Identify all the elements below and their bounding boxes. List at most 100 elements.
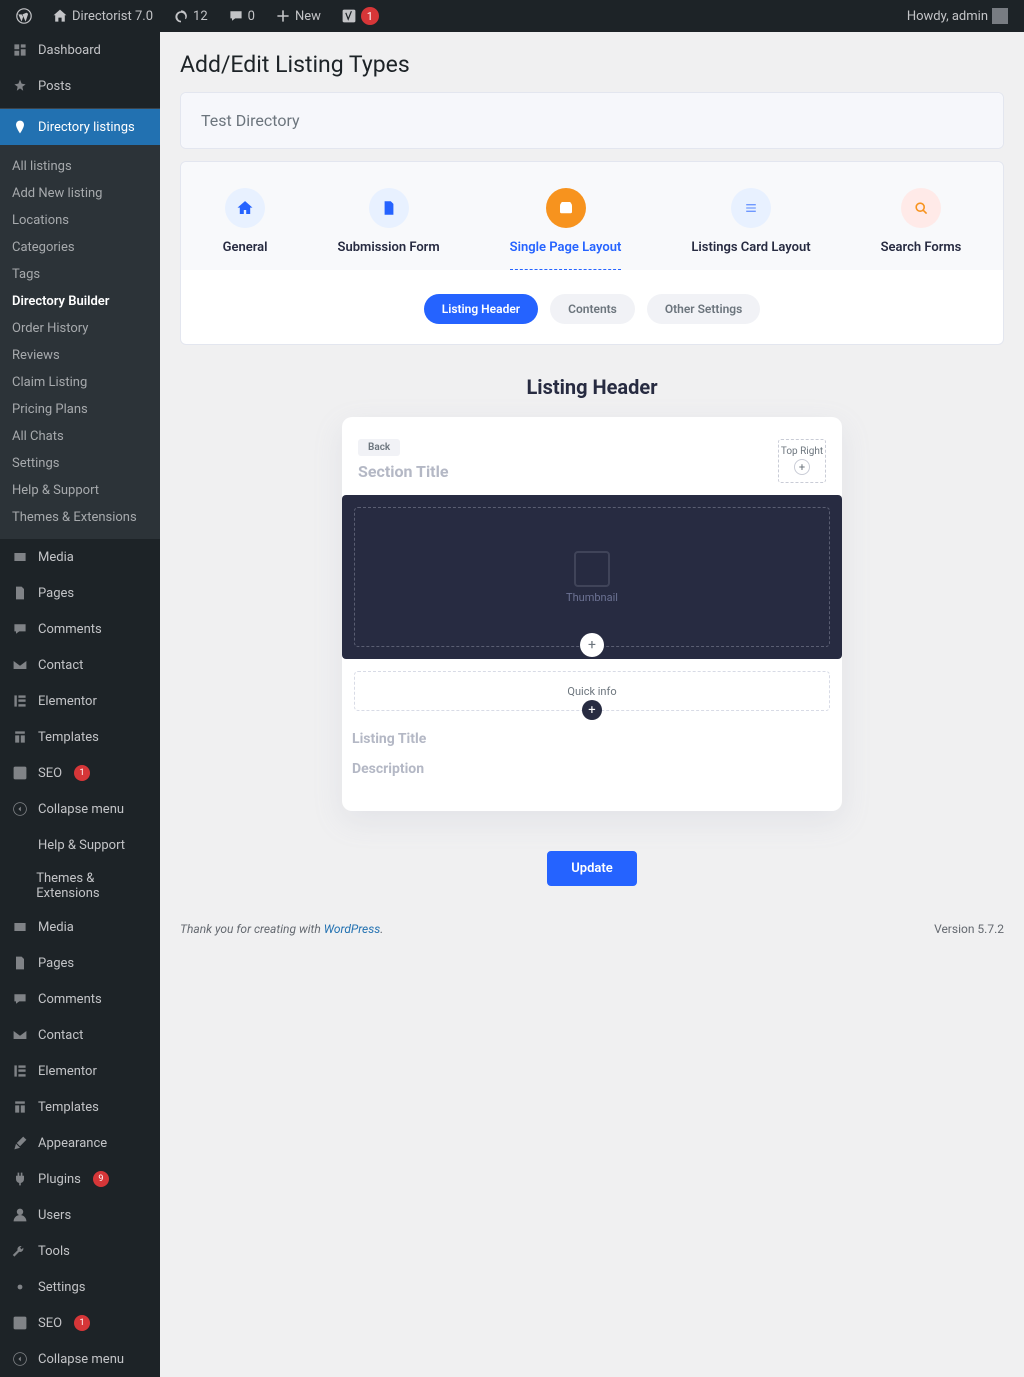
menu-item-media[interactable]: Media [0,909,160,945]
tab-general[interactable]: General [223,188,268,270]
tab-submission-form[interactable]: Submission Form [338,188,440,270]
menu-item-comments[interactable]: Comments [0,981,160,1017]
directory-name: Test Directory [181,93,1003,148]
submenu-item-pricing-plans[interactable]: Pricing Plans [0,396,160,423]
add-thumbnail-button[interactable]: + [580,633,604,657]
menu-item-directory-listings[interactable]: Directory listings [0,109,160,145]
submenu-item-tags[interactable]: Tags [0,261,160,288]
wrench-icon [10,1241,30,1261]
menu-badge: 9 [93,1171,109,1187]
menu-item-tools[interactable]: Tools [0,1233,160,1269]
submission-icon [369,188,409,228]
site-name-link[interactable]: Directorist 7.0 [44,8,161,24]
submenu-item-all-chats[interactable]: All Chats [0,423,160,450]
wp-logo[interactable] [8,8,40,24]
wordpress-link[interactable]: WordPress [324,922,381,936]
back-button[interactable]: Back [358,439,400,456]
menu-item-themes-extensions[interactable]: Themes & Extensions [0,863,160,909]
collapse-icon [10,1349,30,1369]
mail-icon [10,1025,30,1045]
submenu-item-locations[interactable]: Locations [0,207,160,234]
listing-title-placeholder: Listing Title [352,731,832,747]
menu-item-elementor[interactable]: Elementor [0,1053,160,1089]
add-quickinfo-button[interactable]: + [582,700,602,720]
tab-search-forms[interactable]: Search Forms [881,188,962,270]
new-link[interactable]: New [267,8,329,24]
submenu-item-add-new-listing[interactable]: Add New listing [0,180,160,207]
thumbnail-area[interactable]: Thumbnail + [342,495,842,659]
menu-item-media[interactable]: Media [0,539,160,575]
directory-name-card: Test Directory [180,92,1004,149]
new-label: New [295,9,321,24]
menu-item-plugins[interactable]: Plugins9 [0,1161,160,1197]
submenu-item-themes-extensions[interactable]: Themes & Extensions [0,504,160,531]
menu-item-templates[interactable]: Templates [0,1089,160,1125]
search-icon [901,188,941,228]
section-heading: Listing Header [180,375,1004,399]
menu-item-help-support[interactable]: Help & Support [0,827,160,863]
user-icon [10,1205,30,1225]
menu-item-posts[interactable]: Posts [0,68,160,104]
menu-item-contact[interactable]: Contact [0,647,160,683]
menu-item-pages[interactable]: Pages [0,575,160,611]
sub-tabs: Listing Header Contents Other Settings [181,270,1003,324]
howdy-link[interactable]: Howdy, admin [899,8,1016,24]
page-icon [10,583,30,603]
updates-count: 12 [193,9,208,24]
menu-item-pages[interactable]: Pages [0,945,160,981]
submenu-item-help-support[interactable]: Help & Support [0,477,160,504]
menu-item-dashboard[interactable]: Dashboard [0,32,160,68]
avatar [992,8,1008,24]
tab-listings-card-layout[interactable]: Listings Card Layout [691,188,810,270]
menu-item-collapse-menu[interactable]: Collapse menu [0,1341,160,1377]
menu-item-templates[interactable]: Templates [0,719,160,755]
main-content: Add/Edit Listing Types Test Directory Ge… [160,32,1024,1377]
menu-badge: 1 [74,1315,90,1331]
quick-info-dropzone[interactable]: Quick info + [354,671,830,711]
elementor-icon [10,691,30,711]
submenu-item-claim-listing[interactable]: Claim Listing [0,369,160,396]
submenu-item-all-listings[interactable]: All listings [0,153,160,180]
comment-icon [10,989,30,1009]
yoast-link[interactable]: 1 [333,7,387,25]
thumbnail-label: Thumbnail [566,591,618,604]
submenu-item-directory-builder[interactable]: Directory Builder [0,288,160,315]
menu-item-contact[interactable]: Contact [0,1017,160,1053]
howdy-text: Howdy, admin [907,9,988,24]
submenu-item-categories[interactable]: Categories [0,234,160,261]
template-icon [10,1097,30,1117]
menu-item-users[interactable]: Users [0,1197,160,1233]
comments-link[interactable]: 0 [220,8,263,24]
location-icon [10,117,30,137]
top-right-dropzone[interactable]: Top Right + [778,439,826,483]
brush-icon [10,1133,30,1153]
comment-icon [10,619,30,639]
builder-tabs-card: General Submission Form Single Page Layo… [180,161,1004,345]
quick-info-label: Quick info [567,685,616,698]
submenu-item-settings[interactable]: Settings [0,450,160,477]
tab-single-page-layout[interactable]: Single Page Layout [510,188,622,270]
mail-icon [10,655,30,675]
menu-item-comments[interactable]: Comments [0,611,160,647]
footer-version: Version 5.7.2 [934,922,1004,936]
collapse-icon [10,799,30,819]
admin-bar: Directorist 7.0 12 0 New 1 Howdy, admin [0,0,1024,32]
submenu-item-reviews[interactable]: Reviews [0,342,160,369]
plus-icon [275,8,291,24]
submenu-item-order-history[interactable]: Order History [0,315,160,342]
menu-item-seo[interactable]: SEO1 [0,755,160,791]
menu-item-appearance[interactable]: Appearance [0,1125,160,1161]
menu-item-collapse-menu[interactable]: Collapse menu [0,791,160,827]
updates-link[interactable]: 12 [165,8,216,24]
menu-item-settings[interactable]: Settings [0,1269,160,1305]
menu-item-elementor[interactable]: Elementor [0,683,160,719]
section-title-placeholder[interactable]: Section Title [358,462,826,481]
general-icon [225,188,265,228]
home-icon [52,8,68,24]
yoast-icon [10,763,30,783]
update-button[interactable]: Update [547,851,637,886]
menu-item-seo[interactable]: SEO1 [0,1305,160,1341]
subtab-contents[interactable]: Contents [550,294,635,324]
subtab-other-settings[interactable]: Other Settings [647,294,760,324]
subtab-listing-header[interactable]: Listing Header [424,294,538,324]
